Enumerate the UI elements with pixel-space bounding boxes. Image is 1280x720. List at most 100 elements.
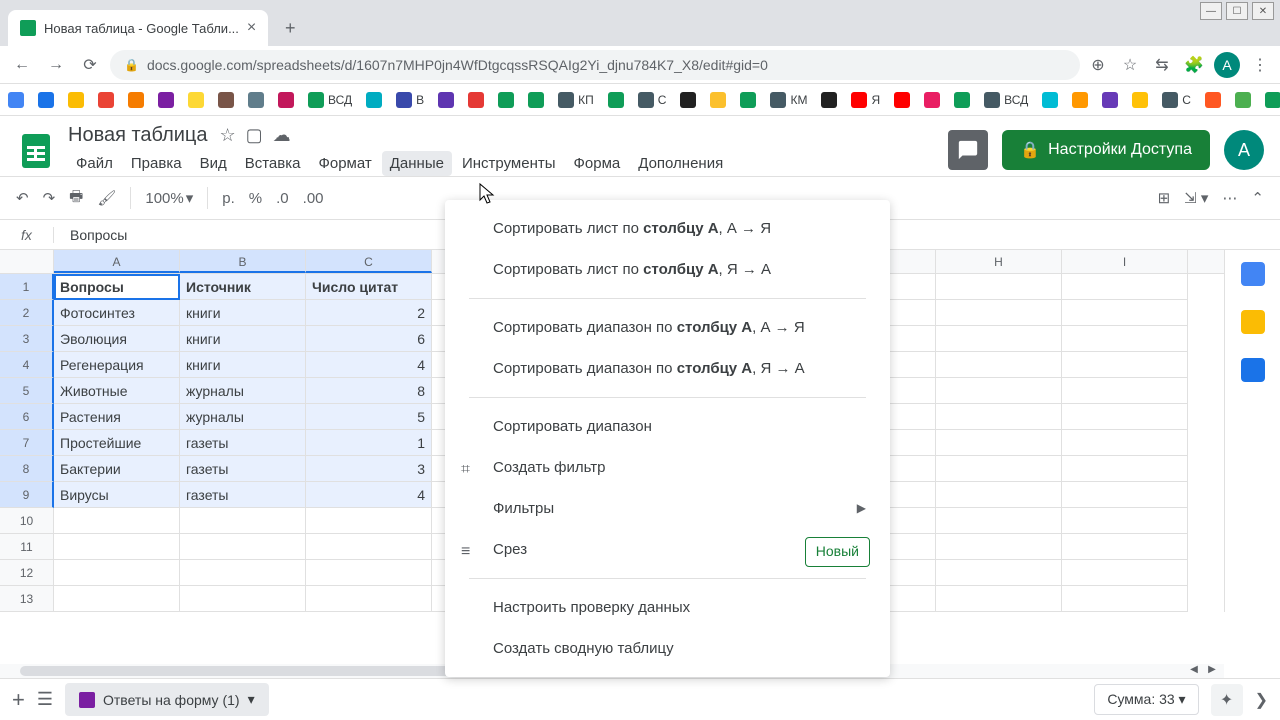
cell[interactable] — [936, 508, 1062, 534]
cell[interactable] — [180, 586, 306, 612]
cell[interactable]: 5 — [306, 404, 432, 430]
col-header-B[interactable]: B — [180, 250, 306, 273]
cell[interactable] — [936, 586, 1062, 612]
cell[interactable] — [54, 560, 180, 586]
sheet-tab-menu-icon[interactable]: ▾ — [248, 691, 255, 708]
cell[interactable]: газеты — [180, 456, 306, 482]
new-tab-button[interactable]: + — [276, 14, 304, 42]
browser-tab[interactable]: Новая таблица - Google Табли... × — [8, 10, 268, 46]
cell[interactable] — [306, 586, 432, 612]
profile-avatar[interactable]: A — [1214, 52, 1240, 78]
cell[interactable] — [936, 300, 1062, 326]
filters-submenu[interactable]: Фильтры▶ — [445, 488, 890, 529]
close-tab-icon[interactable]: × — [247, 19, 256, 37]
cell[interactable]: Бактерии — [54, 456, 180, 482]
cell[interactable] — [54, 534, 180, 560]
close-window-button[interactable]: ✕ — [1252, 2, 1274, 20]
bookmark-item[interactable] — [38, 92, 54, 108]
cell[interactable] — [1062, 534, 1188, 560]
cell[interactable] — [936, 326, 1062, 352]
cell[interactable]: газеты — [180, 430, 306, 456]
row-header[interactable]: 7 — [0, 430, 54, 456]
cell[interactable] — [1062, 326, 1188, 352]
paint-format-button[interactable]: 🖌 — [97, 189, 116, 207]
cell[interactable]: Эволюция — [54, 326, 180, 352]
bookmark-item[interactable] — [158, 92, 174, 108]
bookmark-item[interactable] — [438, 92, 454, 108]
cell[interactable]: книги — [180, 352, 306, 378]
bookmark-item[interactable] — [8, 92, 24, 108]
star-icon[interactable]: ☆ — [1118, 53, 1142, 77]
cell[interactable] — [1062, 404, 1188, 430]
cell[interactable] — [936, 534, 1062, 560]
chrome-menu-icon[interactable]: ⋮ — [1248, 53, 1272, 77]
row-header[interactable]: 6 — [0, 404, 54, 430]
zoom-selector[interactable]: 100% ▾ — [145, 189, 193, 207]
bookmark-item[interactable]: КП — [558, 92, 594, 108]
bookmark-item[interactable] — [608, 92, 624, 108]
collapse-toolbar-button[interactable]: ⌃ — [1251, 189, 1264, 207]
cell[interactable]: 8 — [306, 378, 432, 404]
forward-button[interactable]: → — [42, 51, 70, 79]
bookmark-item[interactable] — [278, 92, 294, 108]
sort-range-za[interactable]: Сортировать диапазон по столбцу A, Я → А — [445, 348, 890, 389]
cell[interactable] — [54, 586, 180, 612]
cell[interactable]: 6 — [306, 326, 432, 352]
merge-button[interactable]: ⇲ ▾ — [1184, 189, 1208, 207]
cell[interactable] — [306, 508, 432, 534]
cell[interactable] — [936, 404, 1062, 430]
row-header[interactable]: 8 — [0, 456, 54, 482]
expand-side-icon[interactable]: ❯ — [1255, 690, 1268, 710]
bookmark-item[interactable] — [1132, 92, 1148, 108]
row-header[interactable]: 13 — [0, 586, 54, 612]
bookmark-item[interactable] — [680, 92, 696, 108]
menu-инструменты[interactable]: Инструменты — [454, 151, 564, 176]
maximize-button[interactable]: ☐ — [1226, 2, 1248, 20]
cell[interactable]: 4 — [306, 482, 432, 508]
cell[interactable] — [180, 534, 306, 560]
cell[interactable] — [1062, 456, 1188, 482]
bookmark-item[interactable] — [528, 92, 544, 108]
menu-формат[interactable]: Формат — [310, 151, 379, 176]
cell[interactable] — [306, 560, 432, 586]
cell[interactable]: Вирусы — [54, 482, 180, 508]
bookmark-item[interactable] — [1072, 92, 1088, 108]
cell[interactable] — [936, 352, 1062, 378]
bookmark-item[interactable] — [248, 92, 264, 108]
all-sheets-button[interactable]: ☰ — [37, 689, 53, 710]
create-filter[interactable]: ⌗Создать фильтр — [445, 447, 890, 488]
currency-button[interactable]: р. — [222, 190, 235, 207]
sheets-logo[interactable] — [16, 130, 56, 170]
bookmark-item[interactable] — [1235, 92, 1251, 108]
bookmark-item[interactable] — [366, 92, 382, 108]
sort-range-az[interactable]: Сортировать диапазон по столбцу A, А → Я — [445, 307, 890, 348]
add-sheet-button[interactable]: + — [12, 687, 25, 713]
cell[interactable]: 4 — [306, 352, 432, 378]
bookmark-item[interactable]: С — [638, 92, 667, 108]
pivot-table[interactable]: Создать сводную таблицу — [445, 628, 890, 669]
cell[interactable]: книги — [180, 300, 306, 326]
col-header-C[interactable]: C — [306, 250, 432, 273]
redo-button[interactable]: ↷ — [43, 189, 56, 207]
bookmark-item[interactable] — [894, 92, 910, 108]
cell[interactable] — [936, 456, 1062, 482]
bookmark-item[interactable]: КМ — [770, 92, 807, 108]
cell[interactable] — [1062, 430, 1188, 456]
row-header[interactable]: 1 — [0, 274, 54, 300]
reload-button[interactable]: ⟳ — [76, 51, 104, 79]
increase-decimal-button[interactable]: .00 — [303, 190, 324, 207]
bookmark-item[interactable]: С — [1162, 92, 1191, 108]
cell[interactable] — [1062, 300, 1188, 326]
sheet-tab[interactable]: Ответы на форму (1) ▾ — [65, 683, 269, 716]
row-header[interactable]: 12 — [0, 560, 54, 586]
cell[interactable] — [1062, 482, 1188, 508]
sum-indicator[interactable]: Сумма: 33 ▾ — [1094, 684, 1198, 715]
explore-button[interactable]: ✦ — [1211, 684, 1243, 716]
bookmark-item[interactable] — [954, 92, 970, 108]
menu-файл[interactable]: Файл — [68, 151, 121, 176]
row-header[interactable]: 4 — [0, 352, 54, 378]
cell[interactable]: Фотосинтез — [54, 300, 180, 326]
sort-sheet-za[interactable]: Сортировать лист по столбцу A, Я → А — [445, 249, 890, 290]
row-header[interactable]: 5 — [0, 378, 54, 404]
menu-данные[interactable]: Данные — [382, 151, 452, 176]
